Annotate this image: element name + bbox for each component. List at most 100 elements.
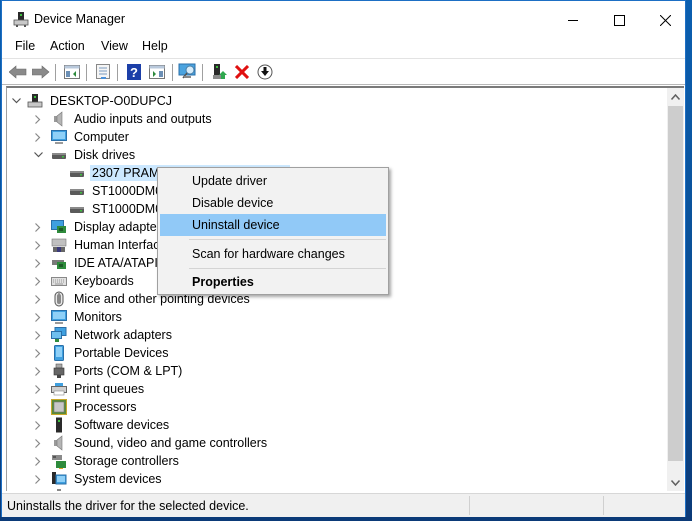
action-pane-icon xyxy=(149,65,165,79)
tree-root-label: DESKTOP-O0DUPCJ xyxy=(50,94,173,108)
tree-item-monitors[interactable]: Monitors xyxy=(31,308,124,326)
disk-drive-icon xyxy=(69,201,85,217)
scroll-down-button[interactable] xyxy=(667,474,684,491)
chevron-right-icon[interactable] xyxy=(31,470,45,488)
vertical-scrollbar[interactable] xyxy=(667,88,684,491)
chevron-right-icon[interactable] xyxy=(31,326,45,344)
close-button[interactable] xyxy=(642,1,688,39)
scrollbar-thumb[interactable] xyxy=(668,106,683,461)
chevron-right-icon[interactable] xyxy=(31,236,45,254)
chevron-right-icon[interactable] xyxy=(31,308,45,326)
chevron-right-icon[interactable] xyxy=(31,434,45,452)
show-action-pane-button[interactable] xyxy=(147,62,167,82)
maximize-button[interactable] xyxy=(596,1,642,39)
tree-item-system-devices[interactable]: System devices xyxy=(31,470,164,488)
tree-item-portable-devices[interactable]: Portable Devices xyxy=(31,344,171,362)
minimize-button[interactable] xyxy=(550,1,596,39)
tree-item-audio-inputs-and-outputs[interactable]: Audio inputs and outputs xyxy=(31,110,214,128)
tree-item-sound-video-and-game-controllers[interactable]: Sound, video and game controllers xyxy=(31,434,269,452)
toolbar-separator xyxy=(202,64,203,81)
chevron-down-icon[interactable] xyxy=(31,146,45,164)
menu-separator xyxy=(189,268,386,269)
down-arrow-circle-icon xyxy=(257,64,273,80)
tree-item-computer[interactable]: Computer xyxy=(31,128,131,146)
chevron-down-icon[interactable] xyxy=(9,92,23,110)
chevron-right-icon[interactable] xyxy=(31,344,45,362)
system-device-icon xyxy=(51,471,67,487)
scan-hardware-button[interactable] xyxy=(178,62,198,82)
chevron-right-icon[interactable] xyxy=(31,416,45,434)
menu-help[interactable]: Help xyxy=(140,39,170,53)
tree-item-network-adapters[interactable]: Network adapters xyxy=(31,326,174,344)
printer-icon xyxy=(51,381,67,397)
chevron-right-icon[interactable] xyxy=(31,218,45,236)
portable-device-icon xyxy=(51,345,67,361)
chevron-up-icon xyxy=(671,93,680,100)
tree-child-st1000dm01[interactable]: ST1000DM01 xyxy=(69,182,171,200)
tree-item-label: Monitors xyxy=(74,310,122,324)
toolbar-separator xyxy=(55,64,56,81)
tree-item-print-queues[interactable]: Print queues xyxy=(31,380,146,398)
uninstall-device-button[interactable] xyxy=(232,62,252,82)
menu-item-properties[interactable]: Properties xyxy=(160,271,386,293)
menu-separator xyxy=(189,239,386,240)
chevron-down-icon xyxy=(671,479,680,486)
menu-item-update-driver[interactable]: Update driver xyxy=(160,170,386,192)
menu-bar: File Action View Help xyxy=(2,37,685,57)
chevron-right-icon[interactable] xyxy=(31,254,45,272)
menu-file[interactable]: File xyxy=(13,39,37,53)
properties-button[interactable] xyxy=(93,62,113,82)
monitor-icon xyxy=(51,129,67,145)
tree-root[interactable]: DESKTOP-O0DUPCJ xyxy=(9,92,174,110)
usb-icon xyxy=(51,489,67,491)
properties-icon xyxy=(96,64,110,79)
back-button[interactable] xyxy=(8,62,28,82)
tree-item-disk-drives[interactable]: Disk drives xyxy=(31,146,137,164)
tree-item-label: Network adapters xyxy=(74,328,172,342)
menu-item-scan-hardware[interactable]: Scan for hardware changes xyxy=(160,243,386,265)
tree-item-label: Software devices xyxy=(74,418,170,432)
status-divider xyxy=(603,496,604,515)
tree-item-display-adapters[interactable]: Display adapters xyxy=(31,218,169,236)
chevron-right-icon[interactable] xyxy=(31,452,45,470)
help-button[interactable]: ? xyxy=(124,62,144,82)
menu-action[interactable]: Action xyxy=(48,39,87,53)
tree-item-label: Storage controllers xyxy=(74,454,179,468)
chevron-right-icon[interactable] xyxy=(31,380,45,398)
toolbar-separator xyxy=(86,64,87,81)
tree-item-processors[interactable]: Processors xyxy=(31,398,139,416)
tree-item-software-devices[interactable]: Software devices xyxy=(31,416,171,434)
forward-button[interactable] xyxy=(31,62,51,82)
tree-item-label: Universal Serial Bus controllers xyxy=(72,489,250,491)
storage-controller-icon xyxy=(51,453,67,469)
chevron-right-icon[interactable] xyxy=(31,272,45,290)
chevron-right-icon[interactable] xyxy=(31,110,45,128)
tree-item-keyboards[interactable]: Keyboards xyxy=(31,272,136,290)
tree-item-label: Ports (COM & LPT) xyxy=(74,364,183,378)
chevron-right-icon[interactable] xyxy=(31,488,45,491)
chevron-right-icon[interactable] xyxy=(31,290,45,308)
ide-icon xyxy=(51,255,67,271)
tree-item-ports-com-lpt[interactable]: Ports (COM & LPT) xyxy=(31,362,184,380)
toolbar: ? xyxy=(2,58,685,85)
console-tree-icon xyxy=(64,65,80,79)
chevron-right-icon[interactable] xyxy=(31,398,45,416)
show-hide-console-tree-button[interactable] xyxy=(62,62,82,82)
maximize-icon xyxy=(613,14,625,26)
chevron-right-icon[interactable] xyxy=(31,362,45,380)
software-device-icon xyxy=(51,417,67,433)
title-bar[interactable]: Device Manager xyxy=(2,1,685,39)
chevron-right-icon[interactable] xyxy=(31,128,45,146)
tree-item-universal-serial-bus-controllers[interactable]: Universal Serial Bus controllers xyxy=(31,488,250,491)
scroll-up-button[interactable] xyxy=(667,88,684,105)
tree-item-storage-controllers[interactable]: Storage controllers xyxy=(31,452,181,470)
update-driver-button[interactable] xyxy=(209,62,229,82)
menu-item-uninstall-device[interactable]: Uninstall device xyxy=(160,214,386,236)
menu-item-disable-device[interactable]: Disable device xyxy=(160,192,386,214)
monitor-icon xyxy=(51,309,67,325)
disable-device-button[interactable] xyxy=(255,62,275,82)
context-menu: Update driver Disable device Uninstall d… xyxy=(157,167,389,295)
tree-child-st1000dm01[interactable]: ST1000DM01 xyxy=(69,200,171,218)
disk-drive-icon xyxy=(51,147,67,163)
menu-view[interactable]: View xyxy=(99,39,130,53)
